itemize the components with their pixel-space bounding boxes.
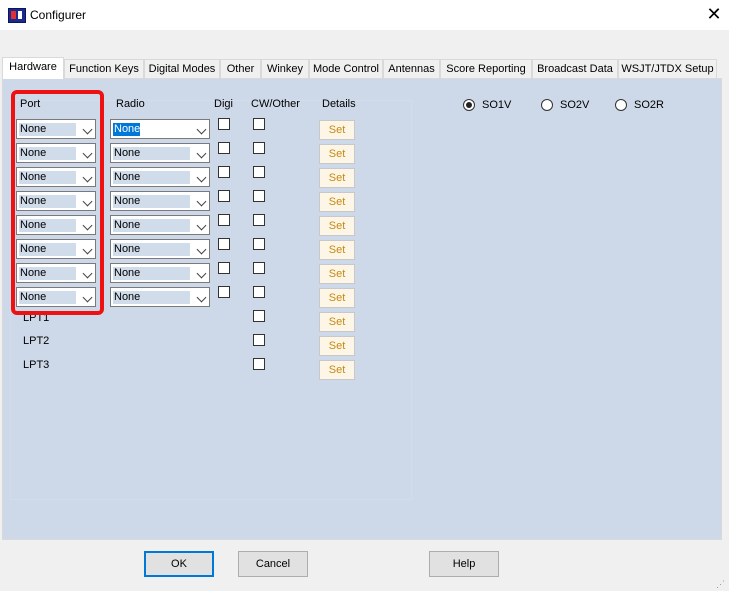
resize-grip-icon[interactable]: ⋰ [716, 578, 728, 590]
radio-value: None [113, 267, 190, 280]
radio-header: Radio [116, 98, 145, 110]
radio-value: None [113, 195, 190, 208]
cw-other-checkbox[interactable] [253, 214, 265, 226]
tab-function-keys[interactable]: Function Keys [64, 59, 144, 78]
tab-other[interactable]: Other [220, 59, 261, 78]
chevron-down-icon[interactable] [196, 244, 207, 255]
so1v-radio[interactable] [463, 99, 475, 111]
cw-other-checkbox[interactable] [253, 142, 265, 154]
details-set-button[interactable]: Set [319, 168, 355, 188]
window-title: Configurer [30, 8, 87, 22]
lpt3-label: LPT3 [23, 359, 50, 371]
tab-mode-control[interactable]: Mode Control [309, 59, 383, 78]
radio-value: None [113, 219, 190, 232]
radio-select[interactable]: None [110, 143, 210, 163]
tab-hardware[interactable]: Hardware [2, 57, 64, 79]
cw-other-checkbox[interactable] [253, 238, 265, 250]
details-set-button[interactable]: Set [319, 240, 355, 260]
chevron-down-icon[interactable] [196, 196, 207, 207]
digi-checkbox[interactable] [218, 286, 230, 298]
digi-checkbox[interactable] [218, 190, 230, 202]
tab-digital-modes[interactable]: Digital Modes [144, 59, 220, 78]
details-set-button[interactable]: Set [319, 288, 355, 308]
radio-value: None [113, 147, 190, 160]
tab-wsjt-jtdx-setup[interactable]: WSJT/JTDX Setup [618, 59, 717, 78]
radio-value: None [113, 243, 190, 256]
details-set-button[interactable]: Set [319, 216, 355, 236]
chevron-down-icon[interactable] [196, 172, 207, 183]
radio-select[interactable]: None [110, 119, 210, 139]
cw-other-checkbox[interactable] [253, 310, 265, 322]
tab-winkey[interactable]: Winkey [261, 59, 309, 78]
digi-checkbox[interactable] [218, 238, 230, 250]
help-button[interactable]: Help [429, 551, 499, 577]
cw-other-header: CW/Other [251, 98, 300, 110]
cw-other-checkbox[interactable] [253, 286, 265, 298]
so2r-radio[interactable] [615, 99, 627, 111]
details-set-button[interactable]: Set [319, 192, 355, 212]
details-set-button[interactable]: Set [319, 120, 355, 140]
details-set-button[interactable]: Set [319, 312, 355, 332]
cw-other-checkbox[interactable] [253, 334, 265, 346]
chevron-down-icon[interactable] [196, 148, 207, 159]
digi-checkbox[interactable] [218, 118, 230, 130]
digi-header: Digi [214, 98, 233, 110]
details-set-button[interactable]: Set [319, 264, 355, 284]
radio-value: None [113, 171, 190, 184]
details-set-button[interactable]: Set [319, 144, 355, 164]
close-icon[interactable]: ✕ [699, 4, 729, 26]
port-column-highlight [11, 90, 104, 315]
chevron-down-icon[interactable] [196, 124, 207, 135]
details-header: Details [322, 98, 356, 110]
digi-checkbox[interactable] [218, 166, 230, 178]
cancel-button[interactable]: Cancel [238, 551, 308, 577]
tab-antennas[interactable]: Antennas [383, 59, 440, 78]
so1v-label: SO1V [482, 99, 512, 111]
digi-checkbox[interactable] [218, 262, 230, 274]
digi-checkbox[interactable] [218, 214, 230, 226]
tab-broadcast-data[interactable]: Broadcast Data [532, 59, 618, 78]
cw-other-checkbox[interactable] [253, 190, 265, 202]
details-set-button[interactable]: Set [319, 336, 355, 356]
ok-button[interactable]: OK [144, 551, 214, 577]
chevron-down-icon[interactable] [196, 268, 207, 279]
radio-select[interactable]: None [110, 167, 210, 187]
cw-other-checkbox[interactable] [253, 262, 265, 274]
radio-select[interactable]: None [110, 287, 210, 307]
title-bar: Configurer ✕ [0, 0, 729, 30]
cw-other-checkbox[interactable] [253, 166, 265, 178]
cw-other-checkbox[interactable] [253, 118, 265, 130]
so2v-label: SO2V [560, 99, 590, 111]
lpt2-label: LPT2 [23, 335, 50, 347]
tab-score-reporting[interactable]: Score Reporting [440, 59, 532, 78]
radio-value: None [113, 291, 190, 304]
cw-other-checkbox[interactable] [253, 358, 265, 370]
radio-select[interactable]: None [110, 239, 210, 259]
so2r-label: SO2R [634, 99, 664, 111]
radio-select[interactable]: None [110, 263, 210, 283]
chevron-down-icon[interactable] [196, 220, 207, 231]
radio-value: None [113, 123, 141, 136]
chevron-down-icon[interactable] [196, 292, 207, 303]
n1mm-logo-icon [8, 8, 26, 23]
digi-checkbox[interactable] [218, 142, 230, 154]
radio-select[interactable]: None [110, 191, 210, 211]
so2v-radio[interactable] [541, 99, 553, 111]
details-set-button[interactable]: Set [319, 360, 355, 380]
radio-select[interactable]: None [110, 215, 210, 235]
